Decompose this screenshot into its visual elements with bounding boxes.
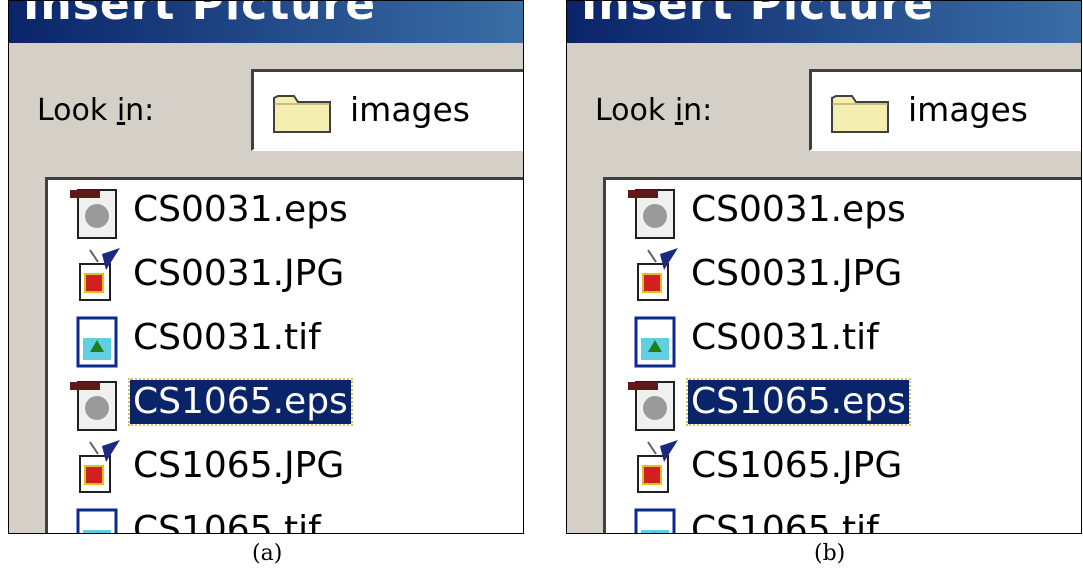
file-item[interactable]: CS1065.JPG [606,438,1081,498]
eps-file-icon [628,189,675,239]
eps-file-icon [70,381,117,431]
file-item[interactable]: CS0031.JPG [48,246,523,306]
file-name: CS0031.eps [133,189,348,230]
file-name: CS0031.tif [133,317,321,358]
file-item[interactable]: CS0031.tif [606,310,1081,370]
file-name: CS0031.eps [691,189,906,230]
file-item[interactable]: CS1065.JPG [48,438,523,498]
file-item[interactable]: CS1065.eps [606,374,1081,434]
file-item[interactable]: CS0031.JPG [606,246,1081,306]
tif-file-icon [76,508,118,533]
dialog-title: Insert Picture [581,0,935,30]
file-item[interactable]: CS1065.tif [606,502,1081,534]
jpg-file-icon [637,248,678,301]
jpg-file-icon [637,440,678,493]
file-list[interactable]: CS0031.eps CS0031.JPG CS0031.tif CS1065.eps… [45,177,523,534]
file-name: CS1065.eps [686,378,911,426]
file-name: CS1065.tif [691,509,879,534]
file-name: CS1065.eps [128,378,353,426]
look-in-dropdown[interactable]: images [251,69,523,151]
jpg-file-icon [79,248,120,301]
jpg-file-icon [79,440,120,493]
look-in-label: Look in: [595,93,713,128]
tif-file-icon [634,508,676,533]
file-item[interactable]: CS0031.eps [48,182,523,242]
file-name: CS1065.JPG [133,445,345,486]
dialog-panel-b: Insert Picture Look in: images CS0031.ep… [566,0,1082,534]
file-item[interactable]: CS1065.eps [48,374,523,434]
dialog-title: Insert Picture [23,0,377,30]
file-name: CS0031.JPG [691,253,903,294]
dialog-panel-a: Insert Picture Look in: images CS0031.ep… [8,0,524,534]
look-in-value: images [908,90,1028,129]
caption-a: (a) [252,541,283,566]
folder-icon [273,95,331,133]
caption-b: (b) [814,541,846,566]
file-item[interactable]: CS1065.tif [48,502,523,534]
tif-file-icon [634,316,676,368]
file-name: CS0031.JPG [133,253,345,294]
file-name: CS1065.tif [133,509,321,534]
file-item[interactable]: CS0031.tif [48,310,523,370]
title-bar: Insert Picture [567,1,1081,43]
folder-icon [831,95,889,133]
look-in-dropdown[interactable]: images [809,69,1081,151]
eps-file-icon [628,381,675,431]
title-bar: Insert Picture [9,1,523,43]
eps-file-icon [70,189,117,239]
file-name: CS1065.JPG [691,445,903,486]
file-list[interactable]: CS0031.eps CS0031.JPG CS0031.tif CS1065.eps… [603,177,1081,534]
look-in-label: Look in: [37,93,155,128]
tif-file-icon [76,316,118,368]
file-name: CS0031.tif [691,317,879,358]
look-in-value: images [350,90,470,129]
file-item[interactable]: CS0031.eps [606,182,1081,242]
